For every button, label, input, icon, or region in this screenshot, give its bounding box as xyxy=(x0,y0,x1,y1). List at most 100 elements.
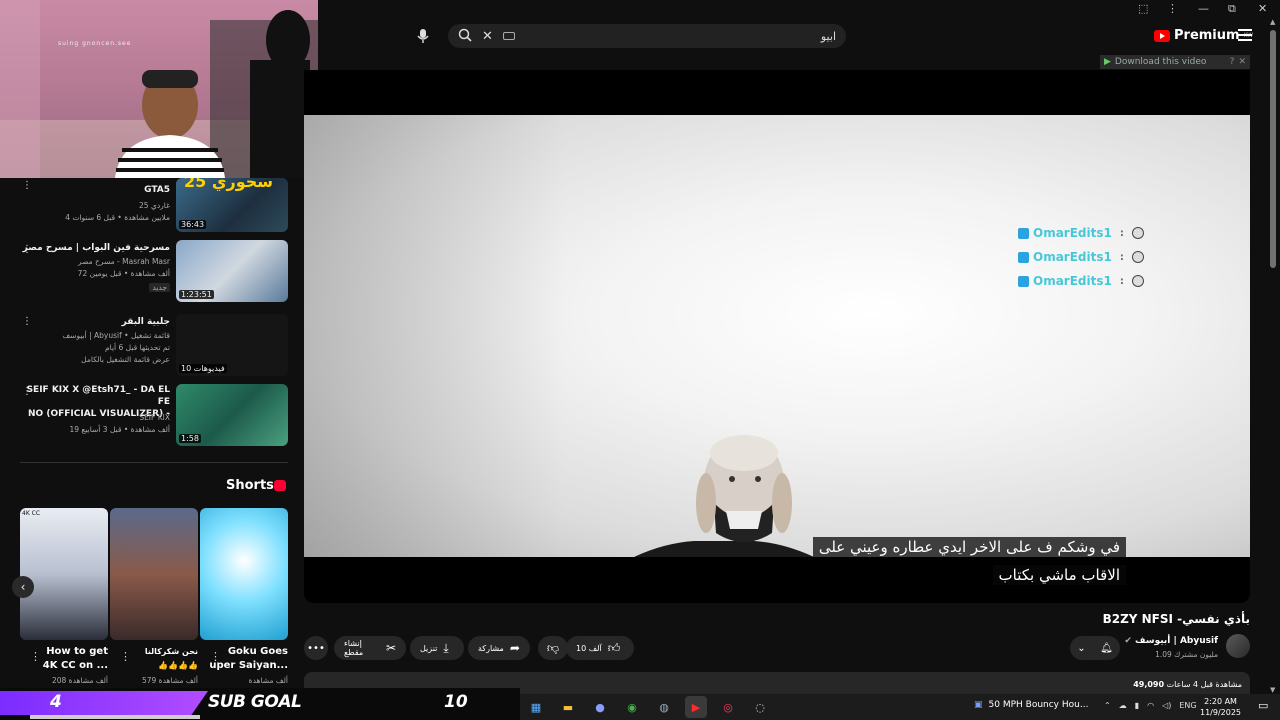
extensions-icon[interactable]: ⬚ xyxy=(1138,2,1148,15)
chat-message: OmarEdits1 : xyxy=(1018,274,1144,288)
volume-icon[interactable]: ◁) xyxy=(1162,701,1171,710)
recommendation-thumbnail[interactable]: 1:58 xyxy=(176,384,288,446)
channel-name[interactable]: ✔ أبيوسف | Abyusif xyxy=(1110,636,1218,646)
sub-goal-target: 10 xyxy=(444,692,468,712)
language-indicator[interactable]: ENG xyxy=(1179,701,1196,710)
chat-user: OmarEdits1 xyxy=(1033,274,1112,288)
time: 2:20 AM xyxy=(1204,697,1237,706)
share-label: مشاركة xyxy=(478,643,504,653)
scroll-up-arrow[interactable]: ▲ xyxy=(1270,18,1275,26)
search-input[interactable]: ابيو xyxy=(525,30,836,43)
system-tray[interactable]: ⌃ ☁ ▮ ◠ ◁) ENG xyxy=(1104,701,1197,710)
share-button[interactable]: مشاركة ➦ xyxy=(468,636,530,660)
section-divider xyxy=(20,462,288,463)
onedrive-icon[interactable]: ☁ xyxy=(1119,701,1127,710)
store-icon[interactable]: ▦ xyxy=(525,696,547,718)
video-title: B2ZY NFSI -بأذي نفسي xyxy=(1102,612,1250,626)
recommendation-item[interactable]: ⋮ GTA5 غاردي 25 4 ملايين مشاهدة • قبل 6 … xyxy=(20,178,288,236)
recommendation-thumbnail[interactable]: سحوري 25 36:43 xyxy=(176,178,288,232)
recommendation-thumbnail[interactable]: 1:23:51 xyxy=(176,240,288,302)
chevron-up-icon[interactable]: ⌃ xyxy=(1104,701,1111,710)
recommendation-channel[interactable]: SEIF KIX xyxy=(20,412,170,423)
short-thumbnail[interactable] xyxy=(200,508,288,640)
now-playing[interactable]: ▣ 50 MPH Bouncy Hou... xyxy=(974,700,1088,710)
download-button[interactable]: تنزيل ⤓ xyxy=(410,636,464,660)
short-thumbnail[interactable] xyxy=(110,508,198,640)
clear-search-icon[interactable]: ✕ xyxy=(482,29,493,44)
dislike-button[interactable]: 👎︎ xyxy=(538,636,568,660)
chat-user: OmarEdits1 xyxy=(1033,226,1112,240)
video-player[interactable]: OmarEdits1 : OmarEdits1 : OmarEdits1 : ف… xyxy=(304,70,1250,603)
chevron-left-icon[interactable]: ‹ xyxy=(12,576,34,598)
youtube-icon xyxy=(1154,29,1170,42)
wifi-icon[interactable]: ◠ xyxy=(1147,701,1154,710)
chat-message: OmarEdits1 : xyxy=(1018,226,1144,240)
search-icon[interactable] xyxy=(458,27,472,46)
kebab-menu-icon[interactable]: ⋮ xyxy=(1167,2,1178,15)
playlist-title[interactable]: جلبية البقر xyxy=(20,316,170,328)
channel-avatar[interactable] xyxy=(1226,634,1250,658)
menu-icon[interactable] xyxy=(1238,29,1252,41)
playlist-channel[interactable]: أبيوسف | Abyusif • قائمة تشغيل xyxy=(20,330,170,341)
file-explorer-icon[interactable]: ▬ xyxy=(557,696,579,718)
recommendation-title[interactable]: GTA5 xyxy=(20,184,170,196)
chrome-icon[interactable]: ◉ xyxy=(621,696,643,718)
close-button[interactable]: ✕ xyxy=(1258,2,1267,15)
steam-icon[interactable]: ◍ xyxy=(653,696,675,718)
shorts-heading: Shorts xyxy=(226,478,274,493)
download-label: تنزيل xyxy=(420,643,438,653)
recommendation-title[interactable]: مسرحية فين البواب | مسرح مصر xyxy=(20,242,170,254)
discord-icon[interactable]: ● xyxy=(589,696,611,718)
recommendation-item[interactable]: ⋮ مسرحية فين البواب | مسرح مصر مسرح مصر … xyxy=(20,240,288,302)
playlist-view-all-link[interactable]: عرض قائمة التشغيل بالكامل xyxy=(20,354,170,365)
subscribed-button[interactable]: ⌄ 🔔︎ xyxy=(1070,636,1120,660)
telegram-icon xyxy=(1018,227,1029,239)
more-options-icon[interactable]: ⋮ xyxy=(210,650,221,663)
like-count: 10 آلف xyxy=(576,643,602,653)
close-icon[interactable]: ✕ xyxy=(1238,57,1250,67)
more-options-icon[interactable]: ⋮ xyxy=(30,650,41,663)
streamer-webcam: suing gnoncen.see xyxy=(0,0,318,178)
playlist-thumbnail[interactable]: 10 فيديوهات xyxy=(176,314,288,376)
recommendation-channel[interactable]: مسرح مصر - Masrah Masr xyxy=(20,256,170,267)
recommendation-item[interactable]: ⋮ SEIF KIX X @Etsh71_ - DA EL FE NO (OFFI… xyxy=(20,384,288,446)
obs-icon[interactable]: ◌ xyxy=(749,696,771,718)
scrollbar-thumb[interactable] xyxy=(1270,30,1276,268)
media-icon: ▣ xyxy=(974,700,983,710)
new-badge: جديد xyxy=(20,282,170,293)
subtitle-line: الاقاب ماشي بكتاب xyxy=(992,565,1126,585)
youtube-app-icon[interactable]: ▶ xyxy=(685,696,707,718)
help-icon[interactable]: ? xyxy=(1230,57,1235,67)
download-video-bar[interactable]: ▶ Download this video ? ✕ xyxy=(1100,55,1250,69)
short-views: ألف مشاهدة xyxy=(248,676,288,685)
recommendation-channel[interactable]: غاردي 25 xyxy=(20,200,170,211)
bell-icon: 🔔︎ xyxy=(1100,642,1113,654)
download-icon: ⤓ xyxy=(443,640,449,655)
playlist-item[interactable]: ⋮ جلبية البقر أبيوسف | Abyusif • قائمة ت… xyxy=(20,314,288,376)
maximize-button[interactable]: ⧉ xyxy=(1228,2,1236,16)
premium-label: Premium xyxy=(1174,28,1240,43)
clip-button[interactable]: إنشاء مقطع ✂ xyxy=(334,636,406,660)
download-label[interactable]: Download this video xyxy=(1115,57,1206,67)
telegram-icon xyxy=(1018,275,1029,287)
more-options-icon[interactable]: ⋮ xyxy=(120,650,131,663)
notification-icon[interactable]: ▭ xyxy=(1258,699,1268,712)
more-actions-button[interactable]: ••• xyxy=(304,636,328,660)
mic-icon[interactable] xyxy=(410,24,436,48)
clock[interactable]: 2:20 AM 11/9/2025 xyxy=(1200,696,1241,718)
duration-badge: 1:23:51 xyxy=(179,290,214,299)
webcam-scene xyxy=(0,0,318,178)
mic-tray-icon[interactable]: ▮ xyxy=(1135,701,1139,710)
date: 11/9/2025 xyxy=(1200,708,1242,717)
keyboard-icon[interactable] xyxy=(502,32,515,40)
view-count: مشاهدة قبل 4 ساعات 49,090 xyxy=(1133,680,1242,689)
like-button[interactable]: 10 آلف 👍︎ xyxy=(566,636,634,660)
short-thumbnail[interactable]: 4K CC xyxy=(20,508,108,640)
scroll-down-arrow[interactable]: ▼ xyxy=(1270,686,1275,694)
search-bar[interactable]: ✕ ابيو xyxy=(448,24,846,48)
subtitle-line: في وشكم ف على الاخر ايدي عطاره وعيني على xyxy=(812,537,1126,557)
minimize-button[interactable]: — xyxy=(1198,2,1209,15)
duration-badge: 1:58 xyxy=(179,434,201,443)
sub-goal-overlay: 4 SUB GOAL 10 xyxy=(0,688,520,720)
media-player-icon[interactable]: ◎ xyxy=(717,696,739,718)
